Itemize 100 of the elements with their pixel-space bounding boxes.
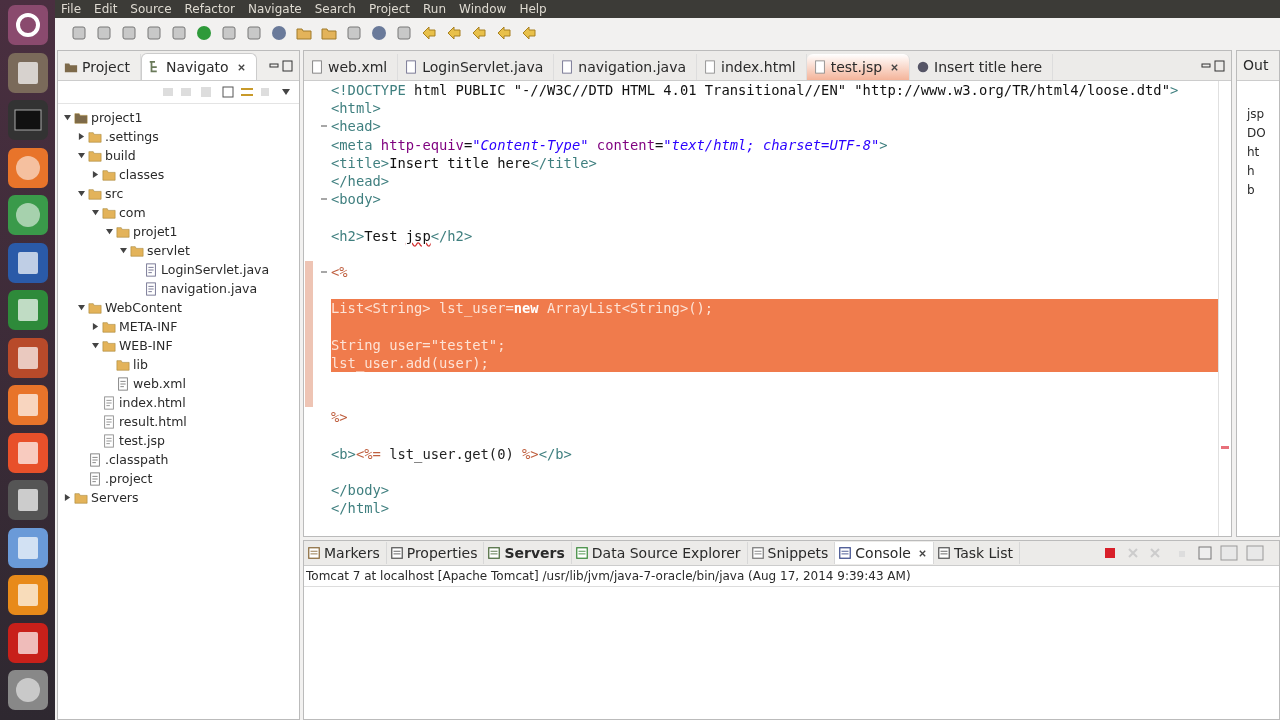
tree-item[interactable]: .classpath [105, 452, 169, 467]
minimize-maximize-icon[interactable] [269, 60, 293, 72]
tree-item[interactable]: WebContent [105, 300, 182, 315]
view-tab[interactable]: Out [1237, 51, 1279, 81]
view-toolbar-icons[interactable] [161, 85, 271, 99]
menu-item[interactable]: Navigate [247, 2, 302, 16]
tree-item[interactable]: WEB-INF [119, 338, 173, 353]
tree-item[interactable]: classes [119, 167, 165, 182]
file-icon [404, 60, 419, 74]
editor-tab[interactable]: index.html [697, 54, 807, 80]
outline-item[interactable]: h [1247, 164, 1279, 179]
editor-tab[interactable]: web.xml [304, 54, 399, 80]
outline-item[interactable]: b [1247, 183, 1279, 198]
code-line: String user="testet"; [331, 336, 506, 353]
view-tab[interactable]: Data Source Explorer [571, 542, 748, 564]
html-file-icon [102, 395, 116, 410]
expanded-arrow-icon[interactable] [120, 247, 127, 254]
outline-item[interactable]: DO [1247, 126, 1279, 141]
view-tab[interactable]: Project [58, 54, 141, 80]
console-title: Tomcat 7 at localhost [Apache Tomcat] /usr/lib/jvm/java-7-oracle/bin/java (Aug 17, 2014 9:39:43 AM) [304, 566, 1279, 587]
expanded-arrow-icon[interactable] [78, 152, 85, 159]
tree-item[interactable]: result.html [119, 414, 187, 429]
tree-item[interactable]: navigation.java [161, 281, 258, 296]
globe-icon [916, 60, 931, 74]
view-tab[interactable]: Servers [484, 542, 572, 564]
code-line: <h2>Test jsp</h2> [331, 227, 473, 244]
tree-item[interactable]: LoginServlet.java [161, 262, 270, 277]
folder-icon[interactable] [321, 25, 337, 41]
folder-icon [102, 319, 116, 334]
code-line: <head> [331, 118, 381, 135]
view-menu-icon[interactable] [281, 88, 291, 96]
editor-tab[interactable]: LoginServlet.java [398, 54, 555, 80]
ruler-mark [1221, 446, 1229, 449]
tree-item[interactable]: src [105, 186, 124, 201]
outline-item[interactable]: ht [1247, 145, 1279, 160]
document-icon[interactable] [5, 240, 50, 285]
collapsed-arrow-icon[interactable] [92, 171, 99, 178]
view-tab[interactable]: Properties [386, 542, 485, 564]
minimize-maximize-icon[interactable] [1201, 60, 1225, 72]
close-icon[interactable] [890, 62, 900, 72]
menu-item[interactable]: Refactor [184, 2, 235, 16]
run-icon[interactable] [196, 25, 212, 41]
expanded-arrow-icon[interactable] [92, 209, 99, 216]
menu-item[interactable]: File [61, 2, 82, 16]
expanded-arrow-icon[interactable] [78, 304, 85, 311]
wheel-icon[interactable] [271, 25, 287, 41]
outline-item[interactable]: jsp [1247, 107, 1279, 122]
tree-item[interactable]: META-INF [119, 319, 178, 334]
view-tab[interactable]: Markers [304, 542, 387, 564]
code-line: </body> [331, 482, 390, 499]
close-icon[interactable] [236, 62, 246, 72]
view-tab[interactable]: Console [835, 542, 934, 564]
forward-arrow-icon[interactable] [521, 25, 537, 41]
folder-icon [130, 243, 144, 258]
editor-tab[interactable]: navigation.java [554, 54, 697, 80]
close-icon[interactable] [917, 548, 927, 558]
menu-item[interactable]: Source [130, 2, 172, 16]
expanded-arrow-icon[interactable] [92, 342, 99, 349]
menu-item[interactable]: Help [519, 2, 547, 16]
code-line: <meta http-equiv="Content-Type" content="text/html; charset=UTF-8"> [331, 136, 888, 153]
expanded-arrow-icon[interactable] [106, 228, 113, 235]
expanded-arrow-icon[interactable] [78, 190, 85, 197]
tree-item[interactable]: build [105, 148, 136, 163]
collapsed-arrow-icon[interactable] [64, 494, 71, 501]
open-folder-icon[interactable] [296, 25, 312, 41]
expanded-arrow-icon[interactable] [64, 114, 71, 121]
xml-file-icon [116, 376, 130, 391]
menu-item[interactable]: Run [423, 2, 447, 16]
menu-item[interactable]: Project [368, 2, 411, 16]
tree-item[interactable]: com [119, 205, 146, 220]
tree-item[interactable]: project1 [91, 110, 143, 125]
editor-tab[interactable]: Insert title here [910, 54, 1054, 80]
back-arrow-icon[interactable] [496, 25, 512, 41]
code-line: <% [331, 263, 348, 280]
folder-icon [88, 300, 102, 315]
view-tab[interactable]: Task List [933, 542, 1021, 564]
tree-item[interactable]: projet1 [133, 224, 178, 239]
globe-icon[interactable] [371, 25, 387, 41]
tree-item[interactable]: .project [105, 471, 153, 486]
view-tab[interactable]: Navigato [140, 53, 257, 80]
tree-item[interactable]: web.xml [133, 376, 186, 391]
tree-item[interactable]: servlet [147, 243, 190, 258]
tree-item[interactable]: .settings [105, 129, 159, 144]
terminal-icon[interactable] [5, 98, 50, 142]
tree-item[interactable]: test.jsp [119, 433, 165, 448]
tree-item[interactable]: lib [133, 357, 148, 372]
menu-item[interactable]: Search [314, 2, 356, 16]
code-line: lst_user.add(user); [331, 354, 489, 371]
file-icon [310, 60, 324, 74]
java-file-icon [144, 281, 158, 296]
editor-tab[interactable]: test.jsp [806, 54, 911, 80]
code-line: </head> [331, 172, 390, 189]
tree-item[interactable]: index.html [119, 395, 186, 410]
ubuntu-logo-icon[interactable] [5, 3, 50, 47]
collapsed-arrow-icon[interactable] [78, 133, 85, 140]
folder-icon [116, 357, 130, 372]
tree-item[interactable]: Servers [91, 490, 139, 505]
menu-item[interactable]: Window [459, 2, 507, 16]
menu-item[interactable]: Edit [94, 2, 118, 16]
collapsed-arrow-icon[interactable] [92, 323, 99, 330]
